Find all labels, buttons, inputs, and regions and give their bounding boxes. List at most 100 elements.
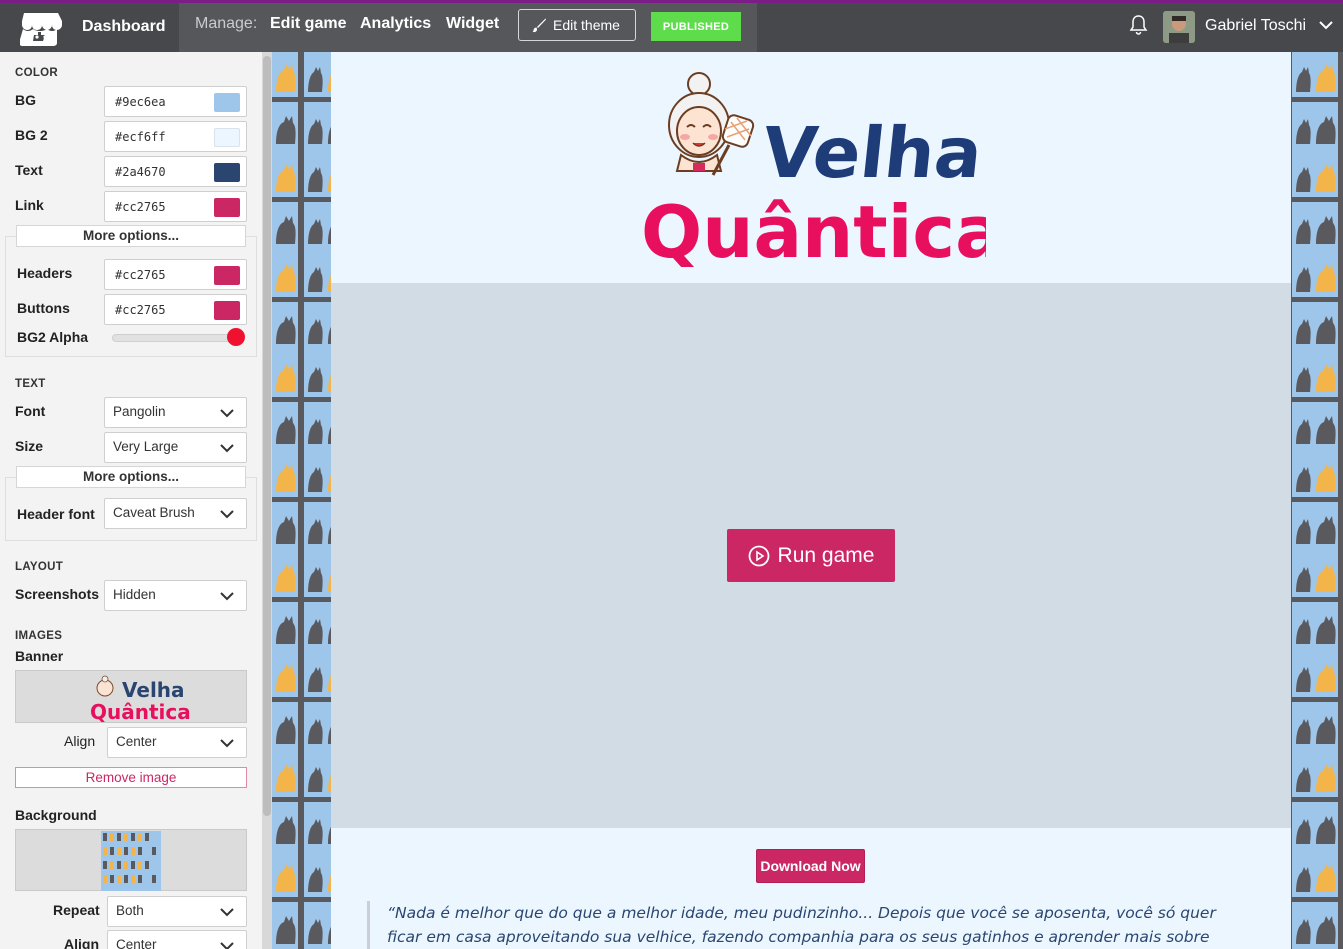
buttons-color-value: #cc2765: [115, 303, 166, 317]
edit-theme-label: Edit theme: [553, 17, 620, 33]
background-label: Background: [15, 807, 97, 823]
itch-logo-icon[interactable]: [20, 11, 62, 47]
run-game-button[interactable]: Run game: [727, 529, 895, 582]
size-value: Very Large: [113, 439, 179, 454]
buttons-color-field[interactable]: #cc2765: [104, 294, 247, 325]
headers-label: Headers: [17, 265, 73, 281]
edit-theme-button[interactable]: Edit theme: [518, 9, 636, 41]
buttons-swatch[interactable]: [214, 301, 240, 320]
color-section-title: COLOR: [15, 67, 59, 79]
bg2-color-field[interactable]: #ecf6ff: [104, 121, 247, 152]
chevron-down-icon: [220, 409, 234, 418]
description-quote: “Nada é melhor que do que a melhor idade…: [367, 901, 1247, 949]
remove-image-button[interactable]: Remove image: [15, 767, 247, 788]
text-swatch[interactable]: [214, 163, 240, 182]
headers-color-field[interactable]: #cc2765: [104, 259, 247, 290]
bg-color-value: #9ec6ea: [115, 95, 166, 109]
background-align-value: Center: [116, 937, 157, 949]
bg2-label: BG 2: [15, 127, 48, 143]
banner-align-value: Center: [116, 734, 157, 749]
chevron-down-icon: [220, 942, 234, 949]
banner-align-select[interactable]: Center: [107, 727, 247, 758]
background-align-select[interactable]: Center: [107, 930, 247, 949]
font-label: Font: [15, 403, 46, 419]
repeat-label: Repeat: [53, 902, 100, 918]
logo-line2: Quântica: [641, 190, 986, 267]
buttons-label: Buttons: [17, 300, 70, 316]
theme-editor-sidebar: COLOR BG #9ec6ea BG 2 #ecf6ff Text #2a46…: [0, 52, 262, 949]
grandma-mascot-icon: [668, 72, 755, 176]
align2-label: Align: [64, 936, 99, 949]
logo-line1: Velha: [759, 112, 986, 194]
dashboard-link[interactable]: Dashboard: [82, 18, 166, 36]
bg2-alpha-handle[interactable]: [227, 328, 245, 346]
bg-label: BG: [15, 92, 36, 108]
repeat-select[interactable]: Both: [107, 896, 247, 927]
chevron-down-icon: [220, 444, 234, 453]
chevron-down-icon: [220, 592, 234, 601]
bell-icon[interactable]: [1129, 14, 1148, 35]
background-pattern-thumb: [101, 831, 161, 891]
header-font-select[interactable]: Caveat Brush: [104, 498, 247, 529]
font-value: Pangolin: [113, 404, 166, 419]
manage-label: Manage:: [195, 15, 258, 32]
play-icon: [748, 545, 769, 566]
more-options-button-2[interactable]: More options...: [16, 466, 246, 488]
download-now-button[interactable]: Download Now: [756, 849, 865, 883]
header-font-label: Header font: [17, 506, 95, 522]
published-badge[interactable]: PUBLISHED: [651, 12, 741, 41]
bg2-color-value: #ecf6ff: [115, 130, 166, 144]
bg-color-field[interactable]: #9ec6ea: [104, 86, 247, 117]
chevron-down-icon: [220, 739, 234, 748]
text-section-title: TEXT: [15, 378, 46, 390]
link-color-field[interactable]: #cc2765: [104, 191, 247, 222]
chevron-down-icon[interactable]: [1318, 17, 1334, 33]
align-label: Align: [64, 733, 96, 749]
nav-widget[interactable]: Widget: [446, 15, 499, 33]
screenshots-select[interactable]: Hidden: [104, 580, 247, 611]
text-color-field[interactable]: #2a4670: [104, 156, 247, 187]
repeat-value: Both: [116, 903, 144, 918]
font-select[interactable]: Pangolin: [104, 397, 247, 428]
size-select[interactable]: Very Large: [104, 432, 247, 463]
screenshots-value: Hidden: [113, 587, 156, 602]
sidebar-scrollbar-thumb[interactable]: [263, 56, 271, 816]
bg-swatch[interactable]: [214, 93, 240, 112]
screenshots-label: Screenshots: [15, 586, 100, 602]
headers-swatch[interactable]: [214, 266, 240, 285]
banner-thumbnail-image: Velha Quântica: [90, 675, 191, 724]
bg2-alpha-slider[interactable]: [112, 334, 244, 342]
game-page-preview: Velha Quântica Run game Download Now “Na…: [272, 52, 1343, 949]
quote-line-1: “Nada é melhor que do que a melhor idade…: [387, 904, 1216, 922]
bg2-alpha-label: BG2 Alpha: [17, 329, 89, 345]
game-embed-area: Run game: [331, 283, 1291, 828]
images-section-title: IMAGES: [15, 630, 63, 642]
brush-icon: [532, 18, 546, 33]
banner-thumb-line2: Quântica: [90, 700, 191, 724]
user-avatar[interactable]: [1163, 11, 1195, 43]
quote-line-2: ficar em casa aproveitando sua velhice, …: [387, 928, 1210, 946]
text-color-label: Text: [15, 162, 43, 178]
link-color-value: #cc2765: [115, 200, 166, 214]
content-column: Velha Quântica Run game Download Now “Na…: [331, 52, 1291, 949]
nav-edit-game[interactable]: Edit game: [270, 15, 346, 33]
game-banner-logo: Velha Quântica: [641, 72, 986, 267]
user-name[interactable]: Gabriel Toschi: [1205, 17, 1306, 35]
text-color-value: #2a4670: [115, 165, 166, 179]
bg2-swatch[interactable]: [214, 128, 240, 147]
header-font-value: Caveat Brush: [113, 505, 195, 520]
banner-thumbnail[interactable]: Velha Quântica: [15, 670, 247, 724]
link-color-label: Link: [15, 197, 44, 213]
more-options-button[interactable]: More options...: [16, 225, 246, 247]
background-thumbnail[interactable]: [15, 829, 247, 891]
nav-analytics[interactable]: Analytics: [360, 15, 431, 33]
layout-section-title: LAYOUT: [15, 561, 64, 573]
chevron-down-icon: [220, 510, 234, 519]
headers-color-value: #cc2765: [115, 268, 166, 282]
link-swatch[interactable]: [214, 198, 240, 217]
chevron-down-icon: [220, 908, 234, 917]
size-label: Size: [15, 438, 44, 454]
run-game-label: Run game: [777, 543, 875, 567]
banner-thumb-line1: Velha: [122, 678, 185, 702]
banner-label: Banner: [15, 648, 64, 664]
